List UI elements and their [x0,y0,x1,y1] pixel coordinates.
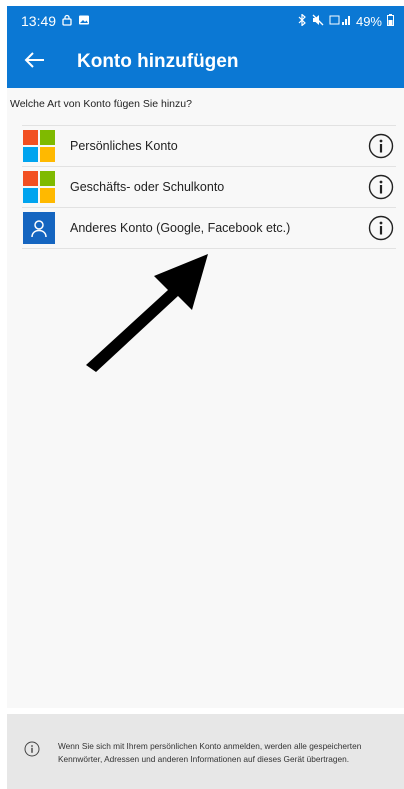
gallery-icon [78,14,90,29]
microsoft-logo-icon [23,171,55,203]
info-icon[interactable] [368,215,394,241]
pointer-arrow-annotation [86,254,208,372]
account-option-other[interactable]: Anderes Konto (Google, Facebook etc.) [22,208,396,249]
microsoft-logo-icon [23,130,55,162]
info-icon[interactable] [368,174,394,200]
account-option-label: Geschäfts- oder Schulkonto [70,180,225,194]
account-option-work-school[interactable]: Geschäfts- oder Schulkonto [22,167,396,208]
page-title: Konto hinzufügen [77,51,239,72]
status-time: 13:49 [21,13,57,29]
account-option-personal[interactable]: Persönliches Konto [22,126,396,167]
info-icon[interactable] [368,133,394,159]
account-type-panel: Welche Art von Konto fügen Sie hinzu? Pe… [7,88,404,708]
account-type-prompt: Welche Art von Konto fügen Sie hinzu? [10,98,192,110]
app-bar: 13:49 49% Konto hinzufügen [7,6,404,88]
signal-icon [329,14,351,29]
bluetooth-icon [297,12,307,29]
footer-notice-text: Wenn Sie sich mit Ihrem persönlichen Kon… [58,741,362,764]
account-type-list: Persönliches Konto Geschäfts- oder Schul… [22,125,396,249]
lock-icon [61,14,73,29]
account-option-label: Persönliches Konto [70,139,178,153]
toolbar: Konto hinzufügen [7,36,404,88]
battery-level: 49% [355,13,382,29]
back-button[interactable] [7,36,61,88]
arrow-left-icon [23,51,45,74]
mute-icon [312,14,324,29]
person-icon [23,212,55,244]
footer-notice: Wenn Sie sich mit Ihrem persönlichen Kon… [7,714,404,789]
battery-icon [387,13,394,29]
account-option-label: Anderes Konto (Google, Facebook etc.) [70,221,291,235]
info-icon [24,741,40,757]
status-bar: 13:49 49% [7,6,404,36]
